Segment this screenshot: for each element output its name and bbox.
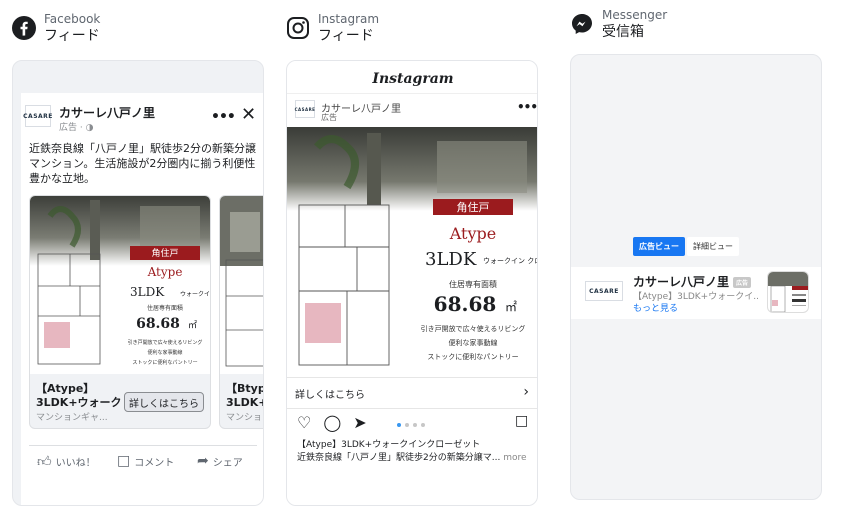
creative-feature-1: 引き戸開放で広々使えるリビング xyxy=(421,324,526,333)
creative-type-name: Atype xyxy=(449,224,496,243)
learn-more-button[interactable]: 詳しくはこちら xyxy=(124,392,204,412)
creative-area-value: 68.68 xyxy=(434,292,497,316)
advertiser-logo: CASARE xyxy=(295,100,315,118)
creative-area-value: 68.68 xyxy=(136,316,180,332)
carousel-indicator xyxy=(397,423,425,427)
chevron-right-icon: › xyxy=(523,384,529,400)
ad-creative-image xyxy=(220,196,263,374)
tab-ad-view[interactable]: 広告ビュー xyxy=(633,237,685,256)
facebook-platform-label: Facebook xyxy=(44,12,101,26)
carousel-dot xyxy=(397,423,401,427)
globe-icon: ◑ xyxy=(85,123,94,133)
advertiser-name[interactable]: カサーレ八戸ノ里 xyxy=(59,104,155,121)
carousel-card[interactable]: 【Btype 3LDK+納 マンション xyxy=(219,195,263,429)
ad-thumbnail xyxy=(767,271,809,313)
messenger-inbox-ad[interactable]: CASARE カサーレ八戸ノ里 広告 【Atype】3LDK+ウォークイ... も… xyxy=(571,267,821,319)
advertiser-logo: CASARE xyxy=(23,105,52,127)
sponsored-label: 広告 · ◑ xyxy=(59,123,94,133)
instagram-wordmark: Instagram xyxy=(372,71,454,87)
carousel-dot xyxy=(405,423,409,427)
creative-feature-3: ストックに便利なパントリー xyxy=(427,352,518,361)
instagram-preview-panel: Instagram CASARE カサーレ八戸ノ里 広告 ••• 角住戸 Aty… xyxy=(286,60,538,506)
facebook-preview-panel: CASARE カサーレ八戸ノ里 広告 · ◑ ••• ✕ 近鉄奈良線「八戸ノ里」… xyxy=(12,60,264,506)
instagram-placement-label: フィード xyxy=(318,28,374,44)
instagram-post-header: CASARE カサーレ八戸ノ里 広告 ••• xyxy=(287,93,537,127)
post-body-text: 近鉄奈良線「八戸ノ里」駅徒歩2分の新築分譲マンション。生活施設が2分圏内に揃う利… xyxy=(29,142,256,185)
creative-feature-3: ストックに便利なパントリー xyxy=(132,359,197,366)
share-button[interactable]: ➦ シェア xyxy=(197,453,243,469)
thumbs-up-icon: 👍︎ xyxy=(37,454,52,470)
creative-type-label: 角住戸 xyxy=(457,200,490,214)
messenger-icon xyxy=(572,14,592,34)
caption-title: 【Atype】3LDK+ウォークインクローゼット xyxy=(297,440,481,450)
creative-area-label: 住居専有面積 xyxy=(449,279,497,289)
card-subtitle: 3LDK+ウォーク xyxy=(36,396,122,409)
comment-icon[interactable]: ◯ xyxy=(323,413,341,432)
creative-feature-1: 引き戸開放で広々使えるリビング xyxy=(128,339,203,346)
carousel-dot xyxy=(421,423,425,427)
tab-detail-view[interactable]: 詳細ビュー xyxy=(687,237,739,256)
carousel-dot xyxy=(413,423,417,427)
instagram-icon xyxy=(287,17,309,39)
carousel-card[interactable]: 角住戸 Atype 3LDK ウォークイン クローゼット 住居専有面積 68.6… xyxy=(29,195,211,429)
instagram-platform-label: Instagram xyxy=(318,12,380,26)
messenger-preview-panel: 広告ビュー 詳細ビュー CASARE カサーレ八戸ノ里 広告 【Atype】3LD… xyxy=(570,54,822,500)
instagram-action-bar: ♡ ◯ ➤ xyxy=(297,413,367,432)
more-options-icon[interactable]: ••• xyxy=(211,109,236,125)
messenger-view-tabs: 広告ビュー 詳細ビュー xyxy=(633,237,739,256)
learn-more-link[interactable]: 詳しくはこちら › xyxy=(287,377,537,409)
sponsored-badge: 広告 xyxy=(733,277,752,288)
comment-icon: □ xyxy=(117,453,131,469)
facebook-carousel[interactable]: 角住戸 Atype 3LDK ウォークイン クローゼット 住居専有面積 68.6… xyxy=(29,195,263,431)
comment-button[interactable]: □ コメント xyxy=(117,453,174,469)
creative-extra: ウォークイン クローゼット xyxy=(180,290,210,298)
more-link[interactable]: more xyxy=(503,453,526,463)
facebook-placement-label: フィード xyxy=(44,28,100,44)
instagram-column-header: Instagram フィード xyxy=(286,12,379,45)
floorplan-image: 角住戸 Atype 3LDK ウォークイン クローゼット 住居専有面積 68.6… xyxy=(30,196,210,366)
creative-feature-2: 便利な家事動線 xyxy=(147,349,182,356)
creative-layout: 3LDK xyxy=(130,285,165,299)
messenger-column-header: Messenger 受信箱 xyxy=(570,8,667,41)
more-options-icon[interactable]: ••• xyxy=(517,100,537,114)
floorplan-image: 角住戸 Atype 3LDK ウォークイン クローゼット 住居専有面積 68.6… xyxy=(287,127,538,366)
floorplan-image xyxy=(220,196,263,367)
instagram-ad-post: Instagram CASARE カサーレ八戸ノ里 広告 ••• 角住戸 Aty… xyxy=(287,61,538,505)
creative-extra: ウォークイン クローゼット xyxy=(483,256,538,265)
sponsored-label: 広告 xyxy=(321,113,337,122)
close-icon[interactable]: ✕ xyxy=(241,104,256,125)
messenger-placement-label: 受信箱 xyxy=(602,24,644,40)
card-subtitle: 3LDK+納 xyxy=(226,396,263,409)
see-more-link[interactable]: もっと見る xyxy=(633,301,678,314)
send-icon[interactable]: ➤ xyxy=(353,413,366,432)
ad-creative-image[interactable]: 角住戸 Atype 3LDK ウォークイン クローゼット 住居専有面積 68.6… xyxy=(287,127,538,377)
like-button[interactable]: 👍︎ いいね！ xyxy=(37,453,96,470)
card-description: マンションギャ... xyxy=(36,413,108,423)
facebook-column-header: Facebook フィード xyxy=(12,12,100,45)
heart-icon[interactable]: ♡ xyxy=(297,413,311,432)
creative-type-label: 角住戸 xyxy=(151,247,178,259)
divider xyxy=(29,445,257,446)
creative-area-unit: ㎡ xyxy=(188,320,197,331)
creative-layout: 3LDK xyxy=(425,249,477,270)
advertiser-logo: CASARE xyxy=(585,281,623,301)
floorplan-thumbnail-image xyxy=(768,272,808,312)
caption-body: 近鉄奈良線「八戸ノ里」駅徒歩2分の新築分譲マ... more xyxy=(297,453,527,463)
creative-area-label: 住居専有面積 xyxy=(147,304,183,312)
advertiser-name: カサーレ八戸ノ里 広告 xyxy=(633,273,752,290)
messenger-platform-label: Messenger xyxy=(602,8,668,22)
facebook-post-header: CASARE カサーレ八戸ノ里 広告 · ◑ ••• ✕ xyxy=(21,101,263,133)
facebook-icon xyxy=(12,16,36,40)
bookmark-icon[interactable]: □ xyxy=(515,413,528,429)
creative-feature-2: 便利な家事動線 xyxy=(449,338,498,347)
share-icon: ➦ xyxy=(197,453,209,469)
creative-area-unit: ㎡ xyxy=(505,300,517,314)
facebook-ad-post: CASARE カサーレ八戸ノ里 広告 · ◑ ••• ✕ 近鉄奈良線「八戸ノ里」… xyxy=(21,93,263,505)
card-description: マンション xyxy=(226,413,263,423)
creative-type-name: Atype xyxy=(147,265,183,279)
ad-creative-image: 角住戸 Atype 3LDK ウォークイン クローゼット 住居専有面積 68.6… xyxy=(30,196,210,374)
